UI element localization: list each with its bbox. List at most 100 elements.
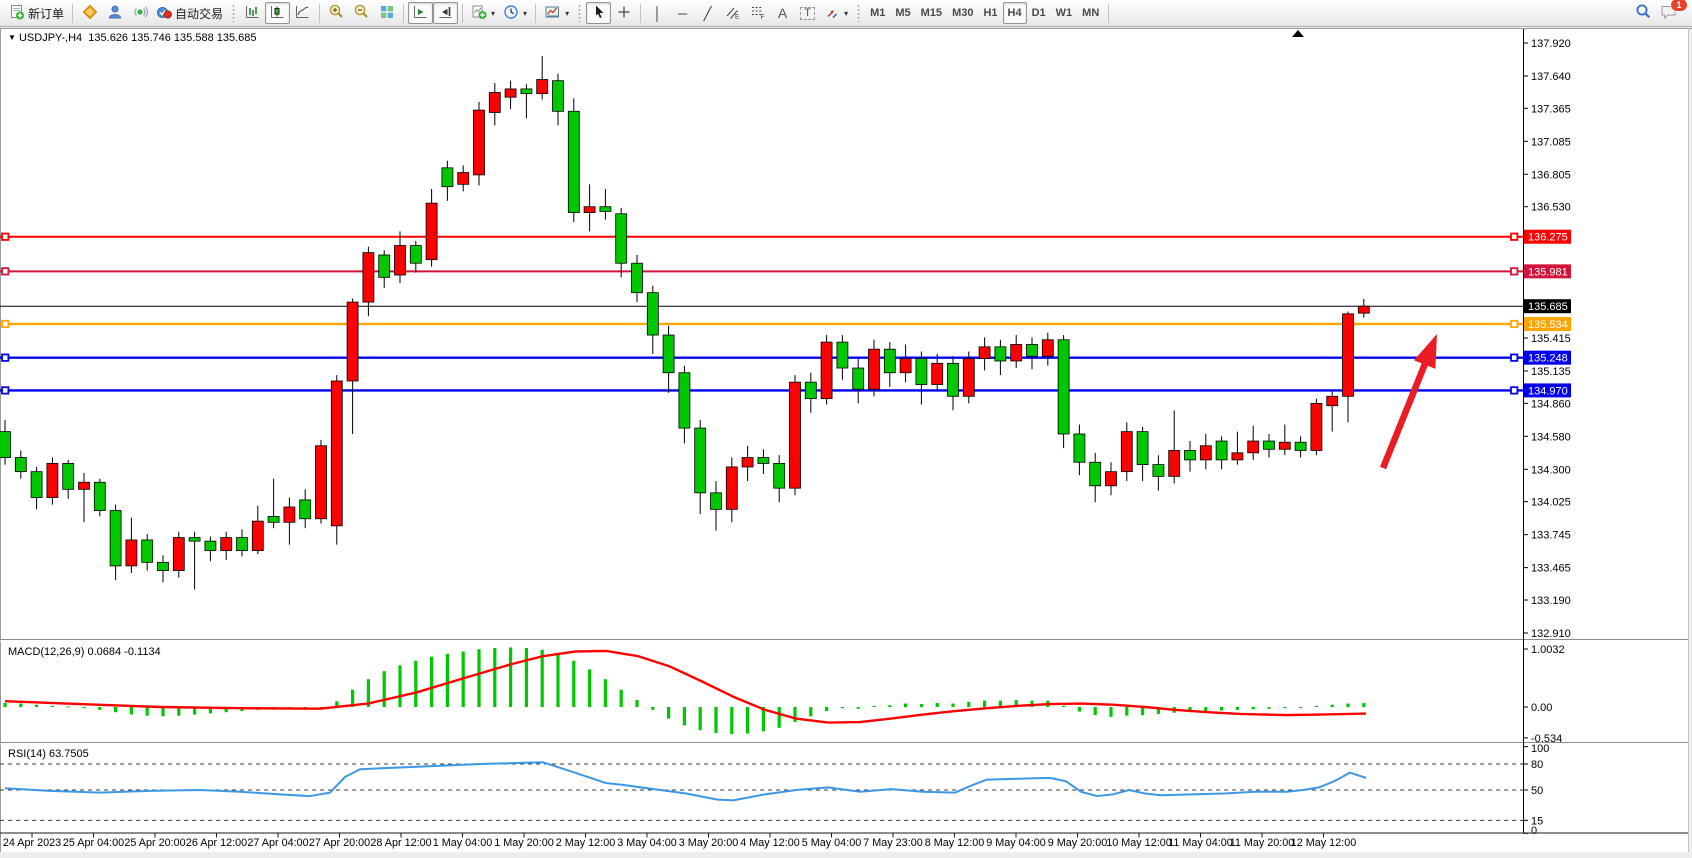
bar-chart-mode-button[interactable] — [240, 2, 265, 24]
tile-windows-button[interactable] — [374, 2, 399, 24]
timeframe-label: M5 — [895, 7, 910, 19]
candle-body — [379, 255, 390, 277]
candlestick-mode-button[interactable] — [265, 2, 290, 24]
candle-body — [1169, 450, 1180, 476]
candle-body — [505, 89, 516, 97]
signals-icon — [132, 4, 148, 23]
timeframe-M30[interactable]: M30 — [947, 2, 978, 24]
trendline-tool-button[interactable]: ╱ — [695, 2, 720, 24]
cursor-tool-button[interactable] — [586, 2, 611, 24]
date-tick-label: 7 May 23:00 — [863, 837, 922, 849]
price-tick-label: 133.465 — [1531, 563, 1571, 575]
candle-body — [758, 458, 769, 464]
chart-symbol-line[interactable]: ▼ USDJPY-,H4 135.626 135.746 135.588 135… — [8, 32, 257, 44]
timeframe-label: M30 — [952, 7, 973, 19]
timeframe-W1[interactable]: W1 — [1051, 2, 1078, 24]
horizontal-line-icon: ─ — [678, 7, 687, 20]
toolbar-drag-handle[interactable] — [578, 4, 581, 22]
macd-histogram-bar — [1315, 706, 1318, 707]
zoom-out-button[interactable] — [349, 2, 374, 24]
line-handle[interactable] — [2, 354, 8, 360]
chevron-down-icon: ▾ — [523, 9, 527, 18]
timeframe-M5[interactable]: M5 — [890, 2, 915, 24]
macd-histogram-bar — [936, 703, 939, 707]
candle-body — [347, 302, 358, 381]
date-tick-label: 25 Apr 20:00 — [124, 837, 185, 849]
macd-histogram-bar — [1078, 707, 1081, 712]
toolbar-separator — [535, 4, 536, 23]
profile-button[interactable] — [102, 2, 127, 24]
svg-text:F: F — [761, 14, 765, 20]
crosshair-tool-button[interactable] — [611, 2, 636, 24]
line-handle[interactable] — [1511, 354, 1517, 360]
line-handle[interactable] — [1511, 268, 1517, 274]
chart-shift-button[interactable] — [433, 2, 458, 24]
line-handle[interactable] — [2, 387, 8, 393]
toolbar-drag-handle[interactable] — [857, 4, 860, 22]
indicators-button[interactable]: ▾ — [467, 2, 499, 24]
candle-body — [1074, 434, 1085, 462]
timeframe-MN[interactable]: MN — [1077, 2, 1104, 24]
price-tag-label: 135.685 — [1528, 301, 1568, 313]
timeframe-M15[interactable]: M15 — [916, 2, 947, 24]
collapse-icon[interactable]: ▼ — [8, 33, 16, 42]
candle-body — [31, 472, 42, 498]
macd-histogram-bar — [1252, 707, 1255, 709]
fibonacci-tool-button[interactable]: F — [745, 2, 770, 24]
timeframe-H4[interactable]: H4 — [1003, 2, 1027, 24]
macd-histogram-bar — [35, 705, 38, 707]
periods-button[interactable]: ▾ — [499, 2, 531, 24]
macd-histogram-bar — [130, 707, 133, 715]
signals-button[interactable] — [127, 2, 152, 24]
candle-body — [94, 482, 105, 510]
candle-body — [237, 538, 248, 551]
symbol-title: USDJPY-,H4 — [19, 32, 82, 44]
notification-badge: 1 — [1670, 0, 1688, 12]
chart-shift-icon — [437, 4, 454, 23]
line-chart-mode-button[interactable] — [290, 2, 315, 24]
line-handle[interactable] — [1511, 387, 1517, 393]
vertical-line-tool-button[interactable]: │ — [645, 2, 670, 24]
macd-histogram-bar — [509, 647, 512, 707]
macd-histogram-bar — [1362, 703, 1365, 707]
macd-histogram-bar — [1346, 704, 1349, 707]
macd-histogram-bar — [414, 661, 417, 707]
market-icon — [82, 4, 98, 23]
line-handle[interactable] — [2, 268, 8, 274]
date-tick-label: 1 May 20:00 — [494, 837, 553, 849]
candle-body — [521, 89, 532, 94]
templates-button[interactable]: ▾ — [540, 2, 573, 24]
toolbar-drag-handle[interactable] — [232, 4, 235, 22]
toolbar-separator — [462, 4, 463, 23]
channel-tool-button[interactable]: E — [720, 2, 745, 24]
text-tool-button[interactable]: A — [770, 2, 795, 24]
line-handle[interactable] — [1511, 321, 1517, 327]
zoom-in-button[interactable] — [324, 2, 349, 24]
timeframe-M1[interactable]: M1 — [865, 2, 890, 24]
candle-body — [869, 349, 880, 389]
price-chart-canvas[interactable]: 137.920137.640137.365137.085136.805136.5… — [0, 27, 1692, 858]
auto-trading-button[interactable]: 自动交易 — [152, 2, 227, 24]
new-order-button[interactable]: 新订单 — [5, 2, 68, 24]
auto-scroll-button[interactable] — [408, 2, 433, 24]
search-button[interactable] — [1631, 2, 1656, 24]
candle-body — [1264, 441, 1275, 449]
text-label-icon: T — [800, 7, 815, 20]
horizontal-line-tool-button[interactable]: ─ — [670, 2, 695, 24]
macd-histogram-bar — [920, 704, 923, 707]
text-label-tool-button[interactable]: T — [795, 2, 820, 24]
candle-body — [1106, 472, 1117, 486]
line-handle[interactable] — [2, 234, 8, 240]
line-handle[interactable] — [1511, 234, 1517, 240]
macd-indicator-label: MACD(12,26,9) 0.0684 -0.1134 — [8, 646, 161, 658]
text-tool-icon: A — [778, 6, 787, 20]
line-handle[interactable] — [2, 321, 8, 327]
candle-body — [126, 540, 137, 566]
price-tag-label: 134.970 — [1528, 385, 1568, 397]
candle-body — [1232, 453, 1243, 460]
arrows-tool-button[interactable]: ▾ — [820, 2, 852, 24]
market-button[interactable] — [77, 2, 102, 24]
candle-body — [726, 467, 737, 509]
timeframe-D1[interactable]: D1 — [1027, 2, 1051, 24]
timeframe-H1[interactable]: H1 — [978, 2, 1002, 24]
